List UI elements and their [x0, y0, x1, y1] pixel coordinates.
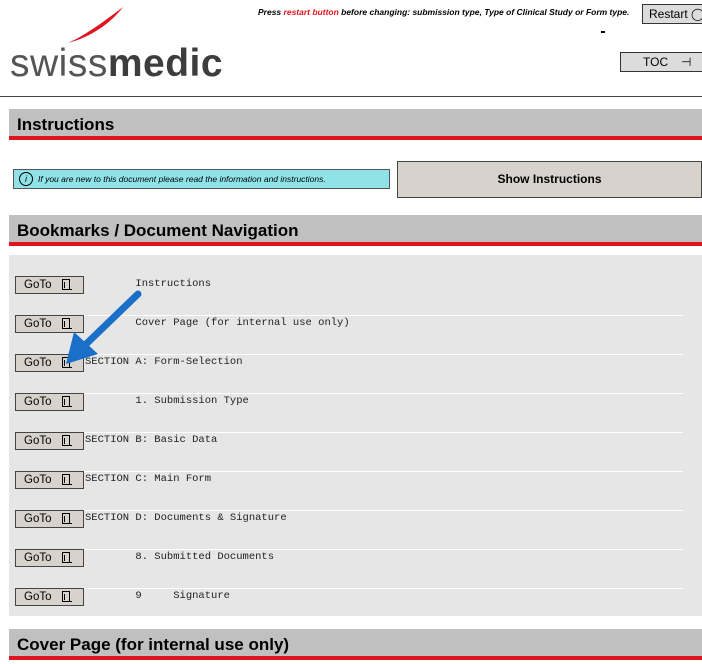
bookmark-row-signature: GoTo 9 Signature — [15, 588, 683, 627]
bookmark-label: SECTION B: Basic Data — [85, 434, 218, 446]
door-icon — [62, 474, 72, 485]
notice-text-end: before changing: submission type, Type o… — [338, 7, 630, 17]
bookmark-row-section-d: GoTo SECTION D: Documents & Signature — [15, 510, 683, 550]
pointer-arrow-icon — [66, 290, 142, 364]
goto-label: GoTo — [24, 513, 52, 525]
bookmark-label: SECTION C: Main Form — [85, 473, 212, 485]
bookmarks-header: Bookmarks / Document Navigation — [9, 215, 702, 246]
toc-label: TOC — [643, 55, 669, 69]
logo-swoosh-icon — [68, 7, 123, 43]
bookmark-label: 1. Submission Type — [85, 395, 249, 407]
goto-button[interactable]: GoTo — [15, 471, 84, 489]
notice-text-highlight: restart button — [283, 7, 339, 17]
toc-button[interactable]: TOC ⊣ — [620, 52, 702, 72]
bookmark-row-submitted-documents: GoTo 8. Submitted Documents — [15, 549, 683, 589]
door-icon — [62, 591, 72, 602]
notice-text-start: Press — [258, 7, 284, 17]
restart-button[interactable]: Restart ◯ — [642, 4, 702, 24]
door-icon — [62, 396, 72, 407]
bookmark-label: Instructions — [85, 278, 212, 290]
door-icon — [62, 552, 72, 563]
bookmark-row-section-b: GoTo SECTION B: Basic Data — [15, 432, 683, 472]
show-instructions-button[interactable]: Show Instructions — [397, 161, 702, 198]
goto-label: GoTo — [24, 435, 52, 447]
goto-label: GoTo — [24, 318, 52, 330]
bookmark-row-submission-type: GoTo 1. Submission Type — [15, 393, 683, 433]
swissmedic-logo: swissmedic — [10, 42, 223, 86]
door-icon — [62, 513, 72, 524]
goto-button[interactable]: GoTo — [15, 549, 84, 567]
bookmark-label: 9 Signature — [85, 590, 230, 602]
info-text: If you are new to this document please r… — [38, 174, 326, 184]
bookmark-row-section-c: GoTo SECTION C: Main Form — [15, 471, 683, 511]
door-icon — [62, 435, 72, 446]
goto-label: GoTo — [24, 474, 52, 486]
bookmark-label: 8. Submitted Documents — [85, 551, 275, 563]
goto-label: GoTo — [24, 552, 52, 564]
door-icon — [62, 279, 72, 290]
header-divider — [0, 96, 702, 97]
goto-button[interactable]: GoTo — [15, 393, 84, 411]
instructions-header: Instructions — [9, 109, 702, 140]
cover-page-header: Cover Page (for internal use only) — [9, 629, 702, 660]
goto-label: GoTo — [24, 279, 52, 291]
goto-label: GoTo — [24, 357, 52, 369]
goto-label: GoTo — [24, 396, 52, 408]
bookmark-label: SECTION D: Documents & Signature — [85, 512, 287, 524]
goto-button[interactable]: GoTo — [15, 432, 84, 450]
goto-button[interactable]: GoTo — [15, 510, 84, 528]
dash-marker — [601, 31, 605, 33]
tree-icon: ⊣ — [681, 55, 692, 69]
goto-label: GoTo — [24, 591, 52, 603]
info-icon: i — [19, 172, 33, 186]
logo-text-light: swiss — [10, 42, 108, 85]
logo-text-bold: medic — [107, 42, 224, 85]
restart-notice: Press restart button before changing: su… — [258, 7, 629, 17]
goto-button[interactable]: GoTo — [15, 588, 84, 606]
info-banner: i If you are new to this document please… — [13, 169, 390, 189]
